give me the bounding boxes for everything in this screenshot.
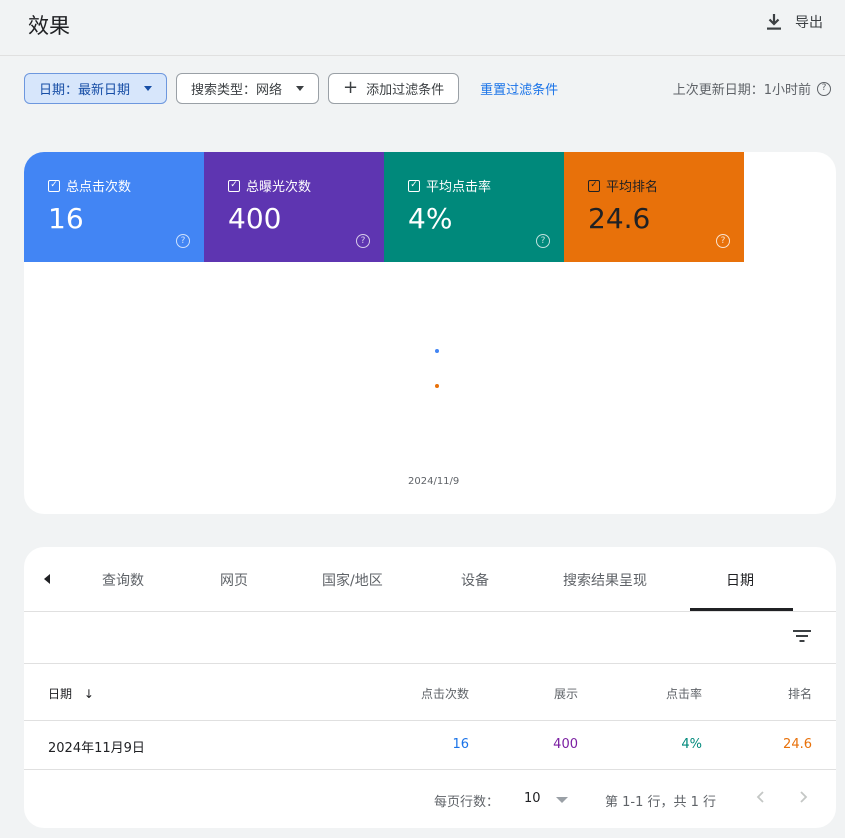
metric-cards: ✓ 总点击次数 16 ? ✓ 总曝光次数 400 ? ✓ 平均点击率 4% ? ✓ 平均…	[24, 152, 744, 262]
dropdown-caret-icon	[144, 85, 153, 91]
metric-label: 平均排名	[606, 180, 659, 195]
reset-filters-link[interactable]: 重置过滤条件	[480, 79, 558, 98]
data-table-card: 查询数 网页 国家/地区 设备 搜索结果呈现 日期 日期 ↓ 点击次数 展示 点…	[24, 547, 836, 828]
active-tab-indicator	[690, 608, 793, 611]
performance-chart-card: ✓ 总点击次数 16 ? ✓ 总曝光次数 400 ? ✓ 平均点击率 4% ? ✓ 平均…	[24, 152, 836, 514]
metric-label: 平均点击率	[426, 180, 492, 195]
previous-page-icon[interactable]	[753, 789, 769, 805]
download-icon	[767, 14, 781, 30]
help-icon[interactable]: ?	[356, 234, 370, 248]
dropdown-caret-icon	[296, 85, 305, 91]
metric-card-ctr[interactable]: ✓ 平均点击率 4% ?	[384, 152, 564, 262]
tab-queries[interactable]: 查询数	[102, 570, 144, 590]
column-header-clicks[interactable]: 点击次数	[421, 685, 469, 702]
help-icon[interactable]: ?	[176, 234, 190, 248]
plus-icon: +	[343, 77, 359, 98]
page-range-label: 第 1-1 行，共 1 行	[605, 795, 717, 810]
search-type-label: 搜索类型：网络	[191, 82, 283, 98]
column-header-date-label: 日期	[48, 687, 73, 701]
chart-point-position[interactable]	[435, 384, 439, 388]
metric-label: 总点击次数	[66, 180, 132, 195]
checkbox-icon: ✓	[588, 179, 600, 192]
column-header-position[interactable]: 排名	[788, 685, 812, 702]
date-filter-chip[interactable]: 日期：最新日期	[24, 72, 168, 104]
metric-value: 4%	[408, 202, 453, 235]
metric-card-position[interactable]: ✓ 平均排名 24.6 ?	[564, 152, 744, 262]
add-filter-label: 添加过滤条件	[366, 82, 445, 98]
table-toolbar	[24, 612, 836, 664]
date-filter-label: 日期：最新日期	[39, 82, 131, 98]
add-filter-button[interactable]: + 添加过滤条件	[328, 72, 460, 104]
column-header-ctr[interactable]: 点击率	[666, 685, 702, 702]
next-page-icon[interactable]	[795, 789, 811, 805]
page-title: 效果	[28, 14, 70, 38]
help-icon[interactable]: ?	[536, 234, 550, 248]
search-type-chip[interactable]: 搜索类型：网络	[176, 72, 320, 104]
chart-point-clicks[interactable]	[435, 349, 439, 353]
help-icon[interactable]: ?	[817, 81, 831, 96]
last-update-info: 上次更新日期：1小时前 ?	[673, 79, 831, 98]
table-row[interactable]: 2024年11月9日 16 400 4% 24.6	[24, 721, 836, 770]
pagination: 每页行数： 10 第 1-1 行，共 1 行	[24, 770, 836, 828]
chart-plot-area: 2024/11/9	[24, 262, 836, 514]
tab-devices[interactable]: 设备	[461, 570, 489, 590]
cell-ctr: 4%	[681, 737, 702, 752]
cell-position: 24.6	[783, 737, 812, 752]
tab-search-appearance[interactable]: 搜索结果呈现	[563, 570, 647, 590]
header-bar: 效果 导出	[0, 0, 845, 56]
rows-per-page-caret-icon[interactable]	[556, 797, 568, 803]
metric-card-clicks[interactable]: ✓ 总点击次数 16 ?	[24, 152, 204, 262]
checkbox-icon: ✓	[228, 179, 240, 192]
cell-impressions: 400	[553, 737, 578, 752]
filter-bar: 日期：最新日期 搜索类型：网络 + 添加过滤条件 重置过滤条件	[24, 72, 558, 104]
last-update-text: 上次更新日期：1小时前	[672, 83, 811, 98]
metric-value: 24.6	[588, 202, 651, 235]
rows-per-page-label: 每页行数：	[434, 795, 500, 810]
chart-x-tick-label: 2024/11/9	[408, 476, 460, 487]
metric-card-impressions[interactable]: ✓ 总曝光次数 400 ?	[204, 152, 384, 262]
filter-icon[interactable]	[792, 628, 812, 644]
tab-dates[interactable]: 日期	[726, 570, 754, 590]
metric-label: 总曝光次数	[246, 180, 312, 195]
checkbox-icon: ✓	[48, 179, 60, 192]
column-header-impressions[interactable]: 展示	[554, 685, 578, 702]
rows-per-page-select[interactable]: 10	[524, 791, 541, 806]
metric-value: 16	[48, 202, 84, 235]
export-label: 导出	[795, 15, 823, 31]
cell-clicks: 16	[452, 737, 469, 752]
tab-countries[interactable]: 国家/地区	[322, 570, 383, 590]
cell-date: 2024年11月9日	[48, 741, 145, 756]
help-icon[interactable]: ?	[716, 234, 730, 248]
export-button[interactable]: 导出	[765, 12, 823, 32]
tab-scroll-left-icon[interactable]	[44, 574, 50, 584]
metric-value: 400	[228, 202, 282, 235]
checkbox-icon: ✓	[408, 179, 420, 192]
tab-pages[interactable]: 网页	[220, 570, 248, 590]
sort-descending-icon: ↓	[83, 687, 94, 701]
column-header-date[interactable]: 日期 ↓	[48, 685, 94, 702]
table-header: 日期 ↓ 点击次数 展示 点击率 排名	[24, 664, 836, 721]
tab-bar: 查询数 网页 国家/地区 设备 搜索结果呈现 日期	[24, 547, 836, 612]
